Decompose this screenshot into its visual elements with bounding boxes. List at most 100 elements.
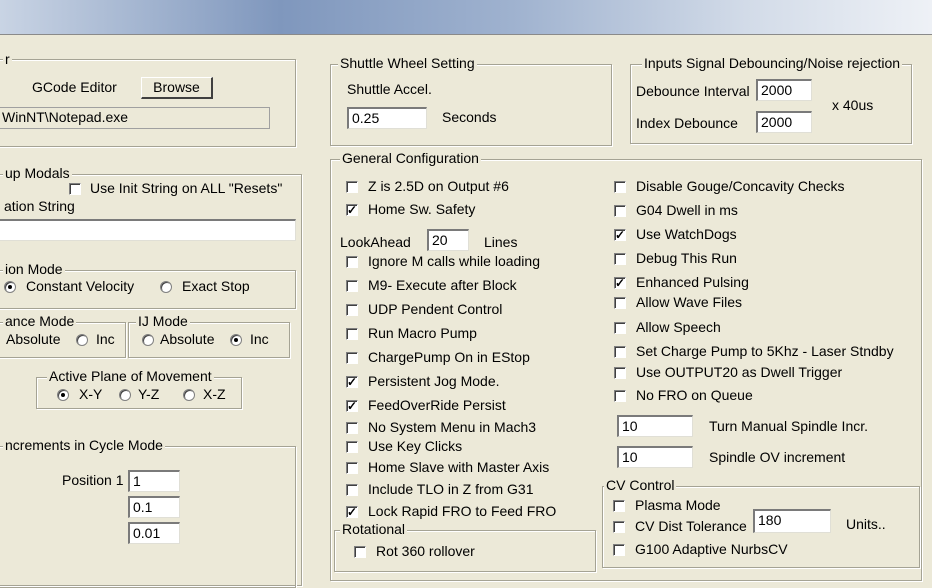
include-tlo-checkbox[interactable] bbox=[346, 484, 358, 496]
debounce-interval-label: Debounce Interval bbox=[636, 83, 750, 99]
chargepump-estop-checkbox[interactable] bbox=[346, 352, 358, 364]
distance-inc-label: Inc bbox=[96, 331, 115, 347]
enhanced-pulsing-checkbox[interactable]: ✓ bbox=[614, 277, 626, 289]
g04-dwell-label: G04 Dwell in ms bbox=[636, 202, 738, 218]
increment-field-1[interactable]: 1 bbox=[128, 470, 180, 492]
distance-mode-legend: ance Mode bbox=[3, 313, 77, 329]
cv-dist-field[interactable]: 180 bbox=[753, 509, 831, 533]
z-25d-label: Z is 2.5D on Output #6 bbox=[368, 178, 509, 194]
debug-run-checkbox[interactable] bbox=[614, 253, 626, 265]
disable-gouge-label: Disable Gouge/Concavity Checks bbox=[636, 178, 845, 194]
debounce-interval-field[interactable]: 2000 bbox=[756, 79, 812, 101]
use-key-clicks-label: Use Key Clicks bbox=[368, 438, 463, 454]
output20-dwell-checkbox[interactable] bbox=[614, 367, 626, 379]
plane-xz-label: X-Z bbox=[203, 386, 226, 402]
z-25d-checkbox[interactable] bbox=[346, 181, 358, 193]
g100-checkbox[interactable] bbox=[613, 544, 625, 556]
constant-velocity-label: Constant Velocity bbox=[26, 278, 135, 294]
home-slave-label: Home Slave with Master Axis bbox=[368, 459, 550, 475]
ignore-m-calls-label: Ignore M calls while loading bbox=[368, 253, 540, 269]
allow-wave-label: Allow Wave Files bbox=[636, 294, 743, 310]
increments-legend: ncrements in Cycle Mode bbox=[3, 437, 165, 453]
debounce-legend: Inputs Signal Debouncing/Noise rejection bbox=[642, 55, 903, 71]
general-config-legend: General Configuration bbox=[340, 150, 481, 166]
use-watchdogs-checkbox[interactable]: ✓ bbox=[614, 229, 626, 241]
shuttle-group bbox=[330, 64, 612, 146]
plasma-mode-checkbox[interactable] bbox=[613, 500, 625, 512]
plane-xy-label: X-Y bbox=[79, 386, 103, 402]
feedoverride-persist-label: FeedOverRide Persist bbox=[368, 397, 506, 413]
m9-execute-label: M9- Execute after Block bbox=[368, 277, 517, 293]
persistent-jog-checkbox[interactable]: ✓ bbox=[346, 376, 358, 388]
ij-absolute-radio[interactable] bbox=[142, 334, 154, 346]
use-init-string-label: Use Init String on ALL "Resets" bbox=[90, 180, 283, 196]
increment-field-2[interactable]: 0.1 bbox=[128, 496, 180, 518]
lock-rapid-fro-checkbox[interactable]: ✓ bbox=[346, 506, 358, 518]
index-debounce-field[interactable]: 2000 bbox=[756, 111, 812, 133]
debounce-multiplier-label: x 40us bbox=[832, 97, 874, 113]
run-macro-pump-label: Run Macro Pump bbox=[368, 325, 477, 341]
no-system-menu-label: No System Menu in Mach3 bbox=[368, 419, 537, 435]
shuttle-accel-field[interactable]: 0.25 bbox=[347, 107, 427, 129]
persistent-jog-label: Persistent Jog Mode. bbox=[368, 373, 500, 389]
editor-group-legend: r bbox=[3, 51, 12, 67]
home-safety-checkbox[interactable]: ✓ bbox=[346, 204, 358, 216]
no-fro-queue-checkbox[interactable] bbox=[614, 390, 626, 402]
chargepump-estop-label: ChargePump On in EStop bbox=[368, 349, 530, 365]
g100-label: G100 Adaptive NurbsCV bbox=[635, 541, 788, 557]
g04-dwell-checkbox[interactable] bbox=[614, 205, 626, 217]
browse-button[interactable]: Browse bbox=[141, 77, 213, 99]
ij-inc-radio[interactable] bbox=[230, 334, 242, 346]
editor-group bbox=[0, 59, 296, 147]
allow-wave-checkbox[interactable] bbox=[614, 297, 626, 309]
allow-speech-label: Allow Speech bbox=[636, 319, 721, 335]
gcode-editor-label: GCode Editor bbox=[32, 79, 117, 95]
allow-speech-checkbox[interactable] bbox=[614, 322, 626, 334]
use-watchdogs-label: Use WatchDogs bbox=[636, 226, 737, 242]
charge-pump-5khz-checkbox[interactable] bbox=[614, 346, 626, 358]
shuttle-legend: Shuttle Wheel Setting bbox=[338, 55, 477, 71]
enhanced-pulsing-label: Enhanced Pulsing bbox=[636, 274, 749, 290]
plane-xz-radio[interactable] bbox=[183, 389, 195, 401]
disable-gouge-checkbox[interactable] bbox=[614, 181, 626, 193]
rot-360-checkbox[interactable] bbox=[354, 546, 366, 558]
window-title-bar bbox=[0, 0, 932, 35]
ij-absolute-label: Absolute bbox=[160, 331, 215, 347]
spindle-incr-label: Turn Manual Spindle Incr. bbox=[709, 418, 869, 434]
plane-yz-label: Y-Z bbox=[138, 386, 160, 402]
lock-rapid-fro-label: Lock Rapid FRO to Feed FRO bbox=[368, 503, 557, 519]
rotational-legend: Rotational bbox=[340, 521, 408, 537]
ij-mode-legend: IJ Mode bbox=[136, 313, 190, 329]
ignore-m-calls-checkbox[interactable] bbox=[346, 256, 358, 268]
use-key-clicks-checkbox[interactable] bbox=[346, 441, 358, 453]
udp-pendent-label: UDP Pendent Control bbox=[368, 301, 503, 317]
constant-velocity-radio[interactable] bbox=[4, 281, 16, 293]
active-plane-legend: Active Plane of Movement bbox=[47, 368, 214, 384]
motion-mode-legend: ion Mode bbox=[3, 261, 65, 277]
init-string-field[interactable] bbox=[0, 219, 296, 241]
spindle-incr-field[interactable]: 10 bbox=[617, 415, 693, 437]
home-slave-checkbox[interactable] bbox=[346, 462, 358, 474]
cv-dist-label: CV Dist Tolerance bbox=[635, 518, 747, 534]
distance-inc-radio[interactable] bbox=[76, 334, 88, 346]
use-init-string-checkbox[interactable] bbox=[69, 183, 81, 195]
run-macro-pump-checkbox[interactable] bbox=[346, 328, 358, 340]
feedoverride-persist-checkbox[interactable]: ✓ bbox=[346, 400, 358, 412]
plane-yz-radio[interactable] bbox=[119, 389, 131, 401]
no-system-menu-checkbox[interactable] bbox=[346, 422, 358, 434]
no-fro-queue-label: No FRO on Queue bbox=[636, 387, 753, 403]
udp-pendent-checkbox[interactable] bbox=[346, 304, 358, 316]
lookahead-field[interactable]: 20 bbox=[427, 229, 469, 251]
cv-dist-checkbox[interactable] bbox=[613, 521, 625, 533]
plane-xy-radio[interactable] bbox=[57, 389, 69, 401]
shuttle-accel-label: Shuttle Accel. bbox=[347, 81, 432, 97]
lookahead-label: LookAhead bbox=[340, 234, 411, 250]
plasma-mode-label: Plasma Mode bbox=[635, 497, 721, 513]
m9-execute-checkbox[interactable] bbox=[346, 280, 358, 292]
editor-path-field[interactable]: WinNT\Notepad.exe bbox=[0, 107, 270, 129]
exact-stop-radio[interactable] bbox=[160, 281, 172, 293]
increment-field-3[interactable]: 0.01 bbox=[128, 522, 180, 544]
position-1-label: Position 1 bbox=[62, 472, 124, 488]
debug-run-label: Debug This Run bbox=[636, 250, 737, 266]
spindle-ov-field[interactable]: 10 bbox=[617, 446, 693, 468]
